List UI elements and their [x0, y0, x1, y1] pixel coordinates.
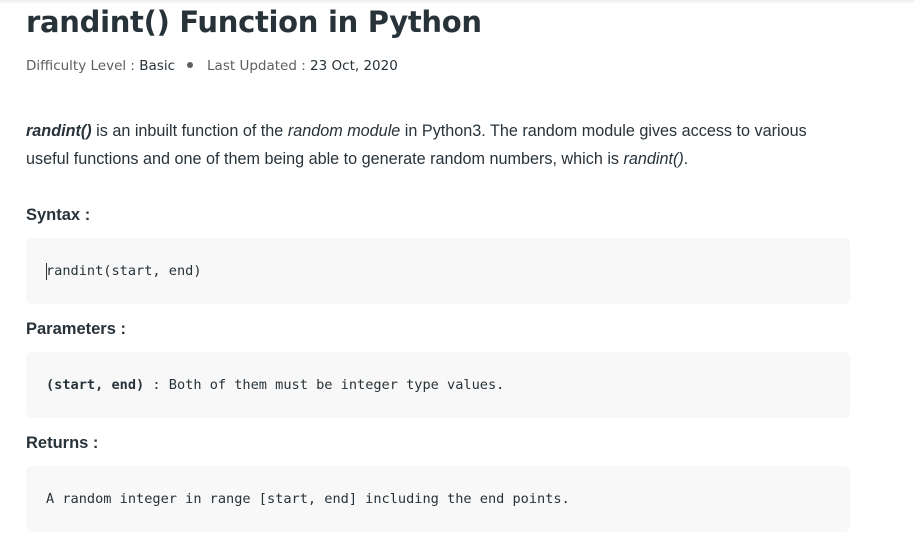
last-updated-label: Last Updated : [207, 58, 311, 74]
syntax-code: randint(start, end) [46, 263, 202, 279]
intro-text-3: . [683, 150, 689, 168]
returns-heading: Returns : [26, 434, 99, 452]
intro-paragraph: randint() is an inbuilt function of the … [26, 117, 850, 173]
returns-code-block[interactable]: A random integer in range [start, end] i… [26, 466, 850, 532]
parameters-heading: Parameters : [26, 320, 126, 338]
returns-code: A random integer in range [start, end] i… [46, 491, 570, 507]
intro-function-name: randint() [26, 122, 92, 140]
syntax-heading: Syntax : [26, 206, 91, 224]
parameters-code-desc: : Both of them must be integer type valu… [144, 377, 505, 393]
parameters-code-block[interactable]: (start, end) : Both of them must be inte… [26, 352, 850, 418]
syntax-code-block[interactable]: randint(start, end) [26, 238, 850, 304]
article-meta: Difficulty Level : Basic Last Updated : 2… [26, 56, 398, 76]
page-title: randint() Function in Python [26, 5, 482, 39]
last-updated-value: 23 Oct, 2020 [310, 58, 398, 74]
intro-text-1: is an inbuilt function of the [91, 122, 288, 140]
difficulty-label: Difficulty Level : [26, 58, 140, 74]
difficulty-value[interactable]: Basic [139, 58, 175, 74]
intro-module-name: random module [287, 122, 401, 140]
intro-function-name-end: randint() [623, 150, 684, 168]
parameters-code-params: (start, end) [46, 377, 145, 393]
separator-dot-icon [187, 62, 194, 68]
